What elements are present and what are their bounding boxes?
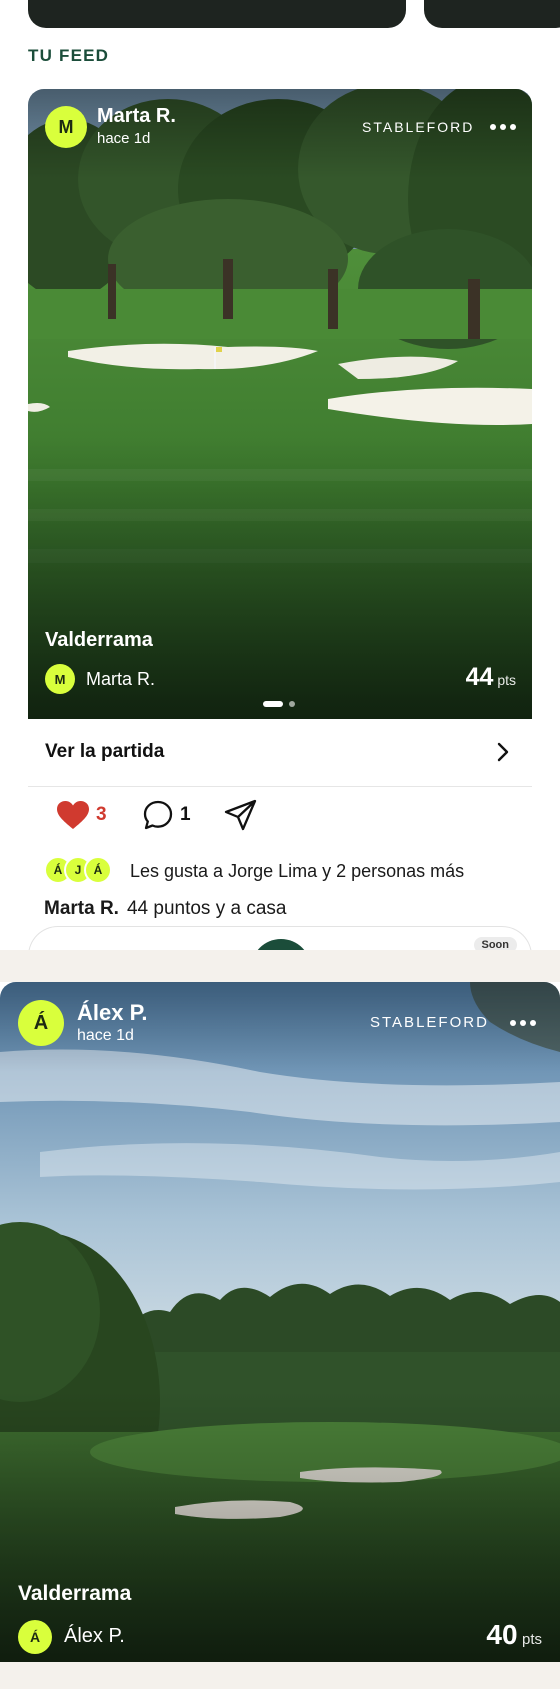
score-unit: pts <box>521 1631 542 1648</box>
score-value: 40 <box>486 1619 518 1650</box>
score-value: 44 <box>465 663 494 691</box>
caption-author[interactable]: Marta R. <box>44 898 119 919</box>
player-avatar: Á <box>18 1620 52 1654</box>
post-time-ago: hace 1d <box>77 1027 134 1044</box>
view-round-label[interactable]: Ver la partida <box>45 741 164 763</box>
more-horizontal-icon[interactable] <box>510 1020 536 1026</box>
previous-card-secondary[interactable] <box>424 0 560 28</box>
comments-count: 1 <box>180 804 191 825</box>
game-format-label: STABLEFORD <box>362 119 475 135</box>
golf-course-photo <box>0 982 560 1662</box>
comment-icon[interactable] <box>142 799 174 831</box>
heart-icon[interactable] <box>56 800 90 830</box>
post-photo[interactable]: M Marta R. hace 1d STABLEFORD Valderrama… <box>28 89 532 719</box>
course-name: Valderrama <box>18 1582 132 1605</box>
golf-course-photo <box>28 89 532 719</box>
more-horizontal-icon[interactable] <box>490 124 516 130</box>
like-button[interactable]: 3 <box>56 795 107 835</box>
post-user-name[interactable]: Álex P. <box>77 1000 148 1026</box>
post-user-name[interactable]: Marta R. <box>97 105 176 128</box>
course-name: Valderrama <box>45 629 153 651</box>
carousel-indicator[interactable] <box>263 701 295 707</box>
share-button[interactable] <box>224 795 258 835</box>
user-avatar[interactable]: Á <box>18 1000 64 1046</box>
likes-text[interactable]: Les gusta a Jorge Lima y 2 personas más <box>130 861 464 882</box>
send-icon[interactable] <box>224 799 258 831</box>
player-name: Marta R. <box>86 669 156 689</box>
previous-content-strip <box>0 0 560 30</box>
comment-button[interactable]: 1 <box>142 795 191 835</box>
view-round-row[interactable]: Ver la partida <box>28 719 532 787</box>
game-format-label: STABLEFORD <box>370 1014 489 1031</box>
caption-text: 44 puntos y a casa <box>126 898 287 919</box>
player-name: Álex P. <box>64 1625 125 1647</box>
post-actions: 3 1 <box>56 795 536 839</box>
carousel-dot[interactable] <box>289 701 295 707</box>
score-unit: pts <box>497 672 516 688</box>
chevron-right-icon[interactable] <box>496 741 510 763</box>
post-time-ago: hace 1d <box>97 130 151 147</box>
liker-avatar: Á <box>84 856 112 884</box>
feed-section-title: TU FEED <box>28 46 110 65</box>
feed-bottom-band <box>0 1662 560 1689</box>
likes-count: 3 <box>96 804 107 825</box>
player-avatar: M <box>45 664 75 694</box>
user-avatar[interactable]: M <box>45 106 87 148</box>
carousel-dot-active[interactable] <box>263 701 283 707</box>
previous-card[interactable] <box>28 0 406 28</box>
post-photo[interactable]: Á Álex P. hace 1d STABLEFORD Valderrama … <box>0 982 560 1662</box>
feed-divider <box>0 950 560 982</box>
post-caption: Marta R. 44 puntos y a casa <box>44 898 286 920</box>
